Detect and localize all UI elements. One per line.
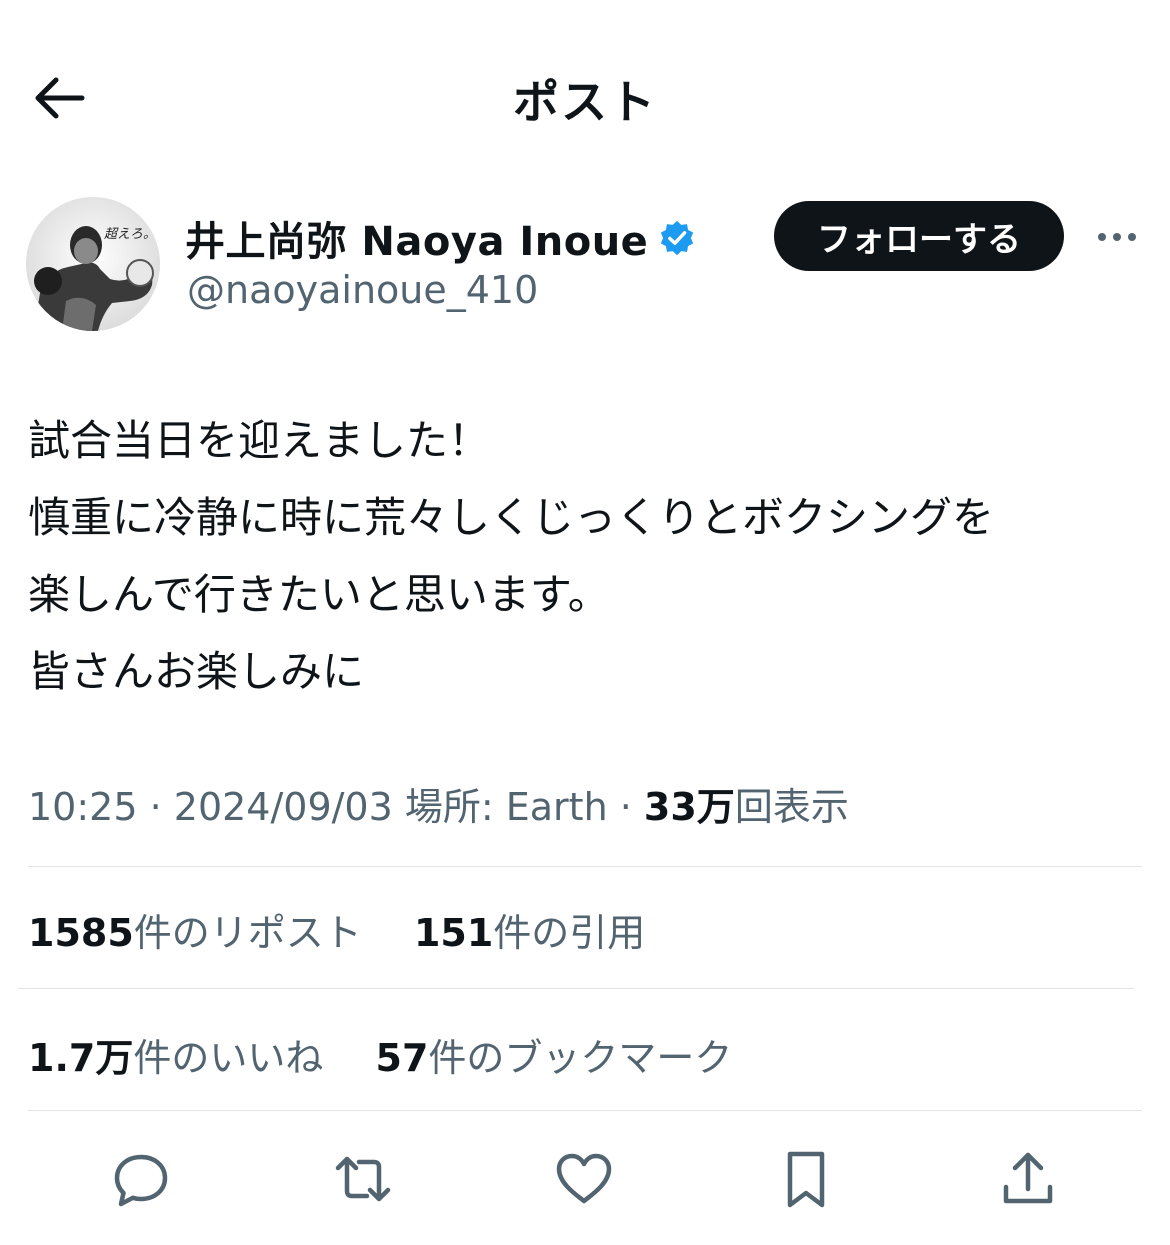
avatar[interactable]: 超えろ。: [26, 197, 160, 331]
avatar-caption: 超えろ。: [104, 227, 157, 242]
reply-button[interactable]: [106, 1148, 176, 1210]
verified-badge-icon: [661, 220, 694, 256]
author-name-row[interactable]: 井上尚弥 Naoya Inoue: [185, 212, 696, 265]
bookmark-button[interactable]: [771, 1148, 841, 1210]
like-icon: [556, 1153, 612, 1204]
quotes-stat[interactable]: 151件の引用: [414, 911, 645, 955]
post-location: 場所: Earth: [392, 785, 608, 829]
post-meta: 10:25 · 2024/09/03 場所: Earth · 33万回表示: [28, 785, 849, 829]
views-label: 回表示: [734, 785, 849, 829]
bookmarks-stat[interactable]: 57件のブックマーク: [376, 1036, 733, 1080]
reply-icon: [114, 1154, 168, 1207]
divider: [28, 1110, 1142, 1111]
share-button[interactable]: [993, 1148, 1063, 1210]
follow-button[interactable]: フォローする: [774, 201, 1064, 271]
divider: [18, 988, 1134, 989]
repost-button[interactable]: [328, 1148, 398, 1210]
more-options-button[interactable]: [1088, 220, 1146, 254]
page-title: ポスト: [513, 75, 657, 129]
stats-row: 1.7万件のいいね 57件のブックマーク: [28, 1027, 732, 1082]
post-line: 慎重に冷静に時に荒々しくじっくりとボクシングを: [28, 493, 995, 542]
post-line: 皆さんお楽しみに: [28, 647, 365, 696]
author-handle[interactable]: @naoyainoue_410: [187, 268, 538, 312]
repost-icon: [335, 1156, 391, 1202]
post-date[interactable]: 2024/09/03: [174, 785, 393, 829]
avatar-image: [26, 197, 160, 331]
divider: [28, 866, 1142, 867]
views-count: 33万: [643, 785, 735, 829]
reposts-stat[interactable]: 1585件のリポスト: [28, 911, 362, 955]
more-horizontal-icon: [1098, 233, 1106, 241]
bookmark-icon: [787, 1151, 825, 1208]
share-icon: [1003, 1152, 1053, 1204]
post-text: 試合当日を迎えました！ 慎重に冷静に時に荒々しくじっくりとボクシングを 楽しんで…: [28, 409, 1148, 717]
likes-stat[interactable]: 1.7万件のいいね: [28, 1036, 323, 1080]
stats-row: 1585件のリポスト 151件の引用: [28, 902, 645, 957]
post-line: 楽しんで行きたいと思います。: [28, 570, 610, 619]
like-button[interactable]: [549, 1148, 619, 1210]
post-line: 試合当日を迎えました！: [28, 416, 491, 465]
post-time[interactable]: 10:25: [28, 785, 138, 829]
display-name: 井上尚弥 Naoya Inoue: [185, 219, 649, 265]
